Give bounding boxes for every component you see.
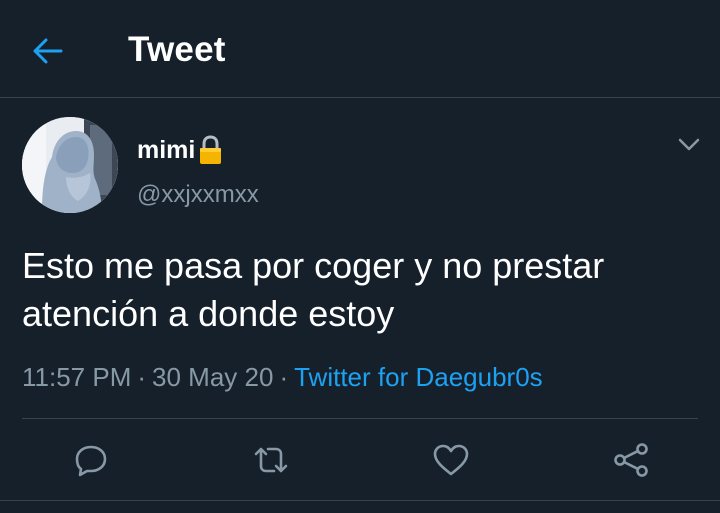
retweet-icon [254, 447, 288, 473]
tweet-date: 30 May 20 [152, 362, 274, 392]
avatar[interactable] [22, 117, 118, 213]
lock-icon [200, 135, 222, 164]
share-icon [614, 443, 648, 477]
action-bar [0, 437, 720, 483]
reply-button[interactable] [68, 437, 114, 483]
like-button[interactable] [428, 437, 474, 483]
back-button[interactable] [24, 27, 72, 75]
tweet-source-link[interactable]: Twitter for Daegubr0s [294, 362, 543, 392]
reply-icon [75, 445, 107, 477]
top-bar: Tweet [0, 0, 720, 98]
chevron-down-icon [678, 138, 700, 151]
heart-icon [433, 444, 469, 476]
tweet-options-button[interactable] [672, 130, 706, 160]
bottom-divider [0, 500, 720, 501]
author-display-name[interactable]: mimi [137, 135, 224, 165]
arrow-left-icon [33, 38, 63, 64]
retweet-button[interactable] [248, 437, 294, 483]
display-name-text: mimi [137, 135, 196, 164]
divider [22, 418, 698, 419]
tweet-text: Esto me pasa por coger y no prestar aten… [22, 245, 605, 334]
avatar-image [22, 117, 118, 213]
author-handle[interactable]: @xxjxxmxx [137, 181, 259, 209]
tweet-detail-screen: Tweet mimi @xxjxxmxx Esto me pasa por co… [0, 0, 720, 513]
meta-separator: · [137, 362, 147, 392]
share-button[interactable] [608, 437, 654, 483]
meta-separator: · [279, 362, 289, 392]
tweet-meta: 11:57 PM · 30 May 20 · Twitter for Daegubr0s [22, 362, 543, 393]
tweet-time: 11:57 PM [22, 362, 132, 392]
page-title: Tweet [128, 30, 226, 69]
